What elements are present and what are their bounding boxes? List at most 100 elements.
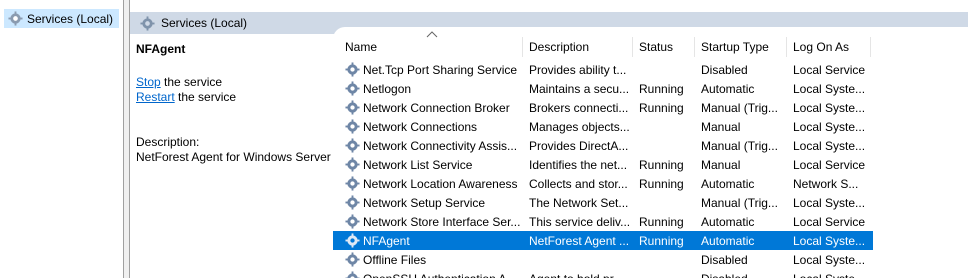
service-description: The Network Set... [529,195,629,210]
service-name: Network Location Awareness [363,176,518,191]
service-name: Network Connectivity Assis... [363,138,518,153]
service-name: Network Connections [363,119,478,134]
column-header-name[interactable]: Name [333,37,523,57]
service-name-cell: Network Connection Broker [333,100,523,115]
service-startup-type: Manual (Trig... [701,138,778,153]
gear-icon [345,157,360,172]
service-log-on-as: Network S... [793,176,859,191]
gear-icon [345,138,360,153]
service-name-cell: Netlogon [333,81,523,96]
column-header-log-on-as[interactable]: Log On As [787,37,871,57]
service-row[interactable]: OpenSSH Authentication A... Agent to hold… [333,269,873,278]
service-log-on-as: Local Service [793,157,866,172]
service-name-cell: Network Location Awareness [333,176,523,191]
gear-icon [140,15,155,31]
service-startup-type: Disabled [701,62,748,77]
service-description: Brokers connecti... [529,100,629,115]
column-headers: Name Description Status Startup Type Log… [333,37,873,57]
service-startup-type: Manual (Trig... [701,100,778,115]
stop-service-link[interactable]: Stop [136,75,161,89]
service-name: Net.Tcp Port Sharing Service [363,62,518,77]
service-description: Identifies the net... [529,157,628,172]
service-row[interactable]: Network Connection Broker Brokers connect… [333,98,873,117]
gear-icon [345,62,360,77]
service-description: Collects and stor... [529,176,628,191]
service-name: OpenSSH Authentication A... [363,272,516,278]
gear-icon [345,100,360,115]
service-log-on-as: Local Service [793,62,866,77]
service-log-on-as: Local Syste... [793,252,866,267]
description-label: Description: [136,135,200,149]
gear-icon [345,233,360,248]
service-startup-type: Automatic [701,81,755,96]
column-header-status[interactable]: Status [633,37,695,57]
gear-icon [345,176,360,191]
service-row[interactable]: Network List Service Identifies the net..… [333,155,873,174]
service-row[interactable]: NFAgent NetForest Agent ... Running Automat… [333,231,873,250]
services-pane: Services (Local) NFAgent Stop the servic… [129,0,968,278]
service-status: Running [639,214,684,229]
service-row[interactable]: Netlogon Maintains a secu... Running Automa… [333,79,873,98]
service-name-cell: Offline Files [333,252,523,267]
restart-service-link[interactable]: Restart [136,90,175,104]
service-name-cell: Network List Service [333,157,523,172]
service-log-on-as: Local Syste... [793,138,866,153]
gear-icon [345,81,360,96]
service-startup-type: Disabled [695,272,787,278]
tree-item-services-local[interactable]: Services (Local) [4,9,119,28]
service-row[interactable]: Network Location Awareness Collects and s… [333,174,873,193]
service-log-on-as: Local Syste... [793,195,866,210]
service-name: Network Store Interface Ser... [363,214,521,229]
service-startup-type: Automatic [701,233,755,248]
services-list: Name Description Status Startup Type Log… [333,27,968,278]
service-description: Manages objects... [529,119,630,134]
service-status: Running [639,157,684,172]
gear-icon [345,119,360,134]
service-name: Network Setup Service [363,195,486,210]
gear-icon [345,252,360,267]
service-name: NFAgent [363,233,410,248]
service-row[interactable]: Network Setup Service The Network Set... M… [333,193,873,212]
column-header-description[interactable]: Description [523,37,633,57]
service-row[interactable]: Net.Tcp Port Sharing Service Provides abi… [333,60,873,79]
gear-icon [345,195,360,210]
service-rows: Net.Tcp Port Sharing Service Provides abi… [333,60,873,278]
gear-icon [8,11,23,26]
service-description: Maintains a secu... [529,81,630,96]
tree-pane: Services (Local) [0,0,124,278]
service-name: Offline Files [363,252,427,267]
service-description: Agent to hold pr... [523,272,633,278]
service-status: Running [639,100,684,115]
service-status: Running [639,233,684,248]
service-row[interactable]: Network Connections Manages objects... Man… [333,117,873,136]
service-startup-type: Manual [701,119,741,134]
service-description: NetForest Agent ... [529,233,630,248]
service-row[interactable]: Offline Files Disabled Local Syste... [333,250,873,269]
service-log-on-as: Local Syste... [793,100,866,115]
service-name-cell: Network Connectivity Assis... [333,138,523,153]
service-log-on-as: Local Syste... [793,119,866,134]
service-name: Netlogon [363,81,412,96]
service-log-on-as: Local Service [793,214,866,229]
extended-info-panel: NFAgent Stop the service Restart the ser… [136,40,336,278]
service-row[interactable]: Network Connectivity Assis... Provides Di… [333,136,873,155]
service-startup-type: Automatic [701,176,755,191]
service-startup-type: Manual (Trig... [701,195,778,210]
service-startup-type: Automatic [701,214,755,229]
service-log-on-as: Local Syste... [787,272,871,278]
service-name-cell: Network Connections [333,119,523,134]
pane-title: Services (Local) [161,16,248,30]
service-name: Network List Service [363,157,473,172]
column-header-startup-type[interactable]: Startup Type [695,37,787,57]
stop-line: Stop the service [136,75,222,89]
service-description: Provides ability t... [529,62,627,77]
service-name-cell: Network Setup Service [333,195,523,210]
service-name-cell: Net.Tcp Port Sharing Service [333,62,523,77]
service-name-cell: Network Store Interface Ser... [333,214,523,229]
service-log-on-as: Local Syste... [793,81,866,96]
service-description: This service deliv... [529,214,631,229]
service-log-on-as: Local Syste... [793,233,866,248]
service-row[interactable]: Network Store Interface Ser... This servi… [333,212,873,231]
tree-item-label: Services (Local) [27,11,114,26]
description-text: NetForest Agent for Windows Server [136,150,331,164]
